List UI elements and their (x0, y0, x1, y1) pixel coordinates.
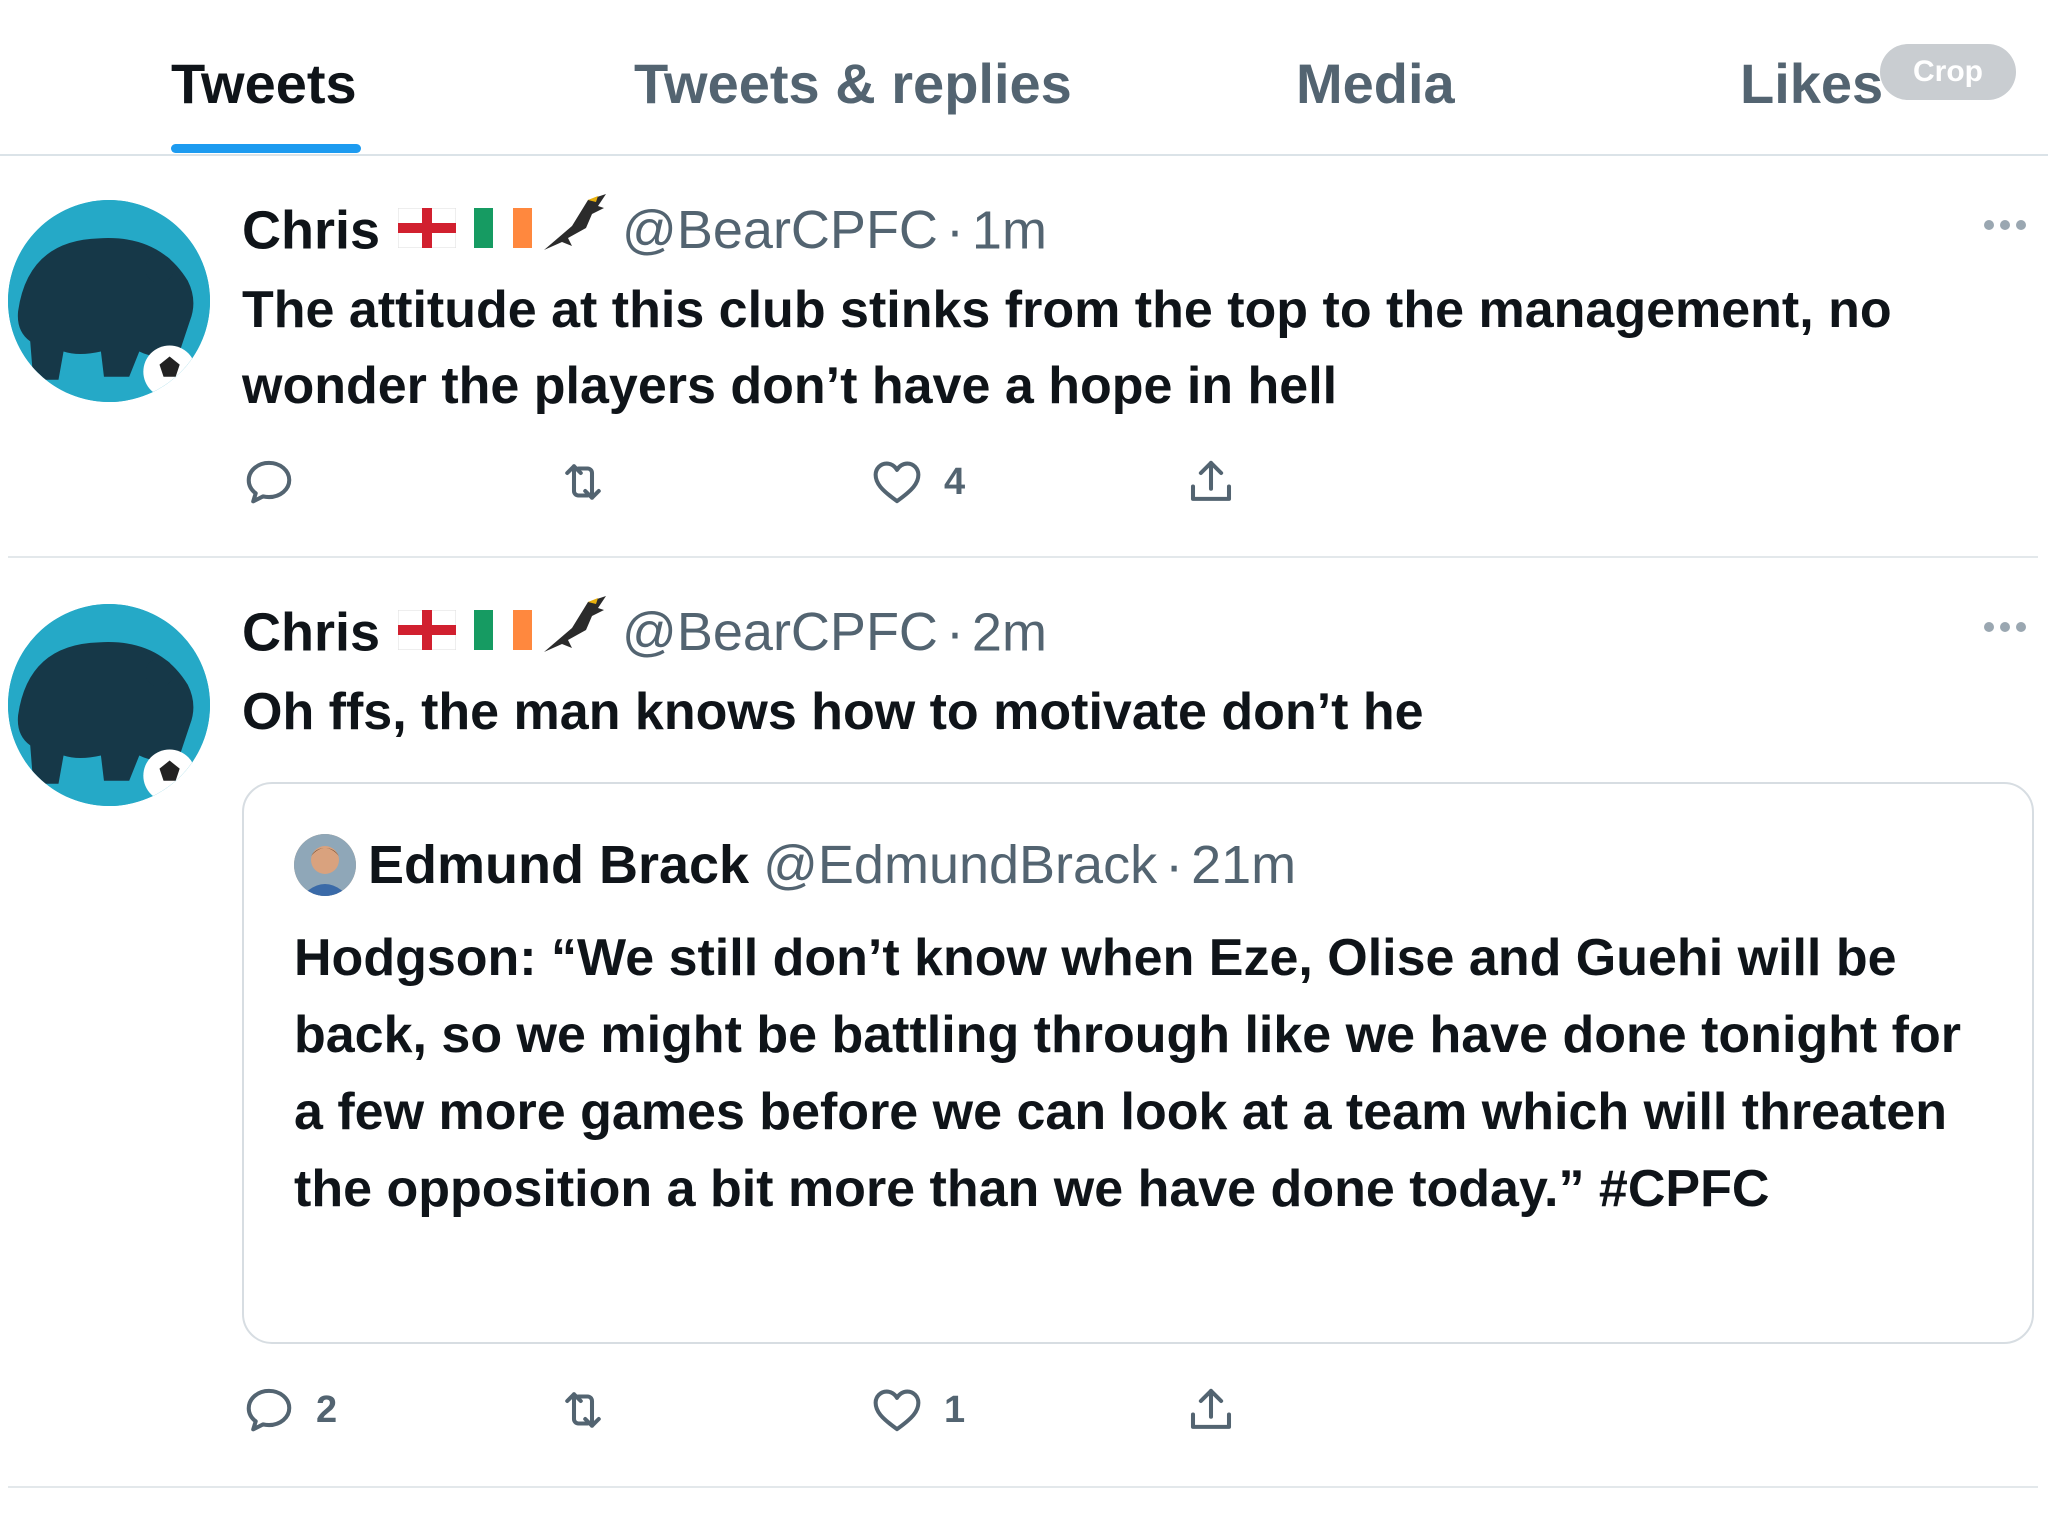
flag-england-icon (397, 600, 457, 664)
retweet-icon (565, 1392, 601, 1428)
bear-avatar-image (8, 604, 210, 806)
reply-icon (246, 460, 292, 504)
share-button[interactable] (1184, 452, 1238, 512)
display-name[interactable]: Chris (242, 200, 380, 260)
tab-tweets-and-replies[interactable]: Tweets & replies (634, 52, 1072, 116)
quoted-tweet-text: Hodgson: “We still don’t know when Eze, … (294, 929, 1961, 1218)
reply-button[interactable]: 2 (242, 1380, 337, 1440)
handle[interactable]: @BearCPFC (622, 602, 938, 662)
person-avatar-image (294, 834, 356, 896)
flag-ireland-icon (474, 600, 533, 664)
more-icon[interactable] (1984, 220, 2028, 232)
tweet-actions: 4 (242, 452, 1342, 512)
reply-count: 2 (316, 1388, 338, 1431)
tweet-divider (8, 556, 2038, 558)
avatar[interactable] (8, 200, 210, 402)
crop-button[interactable]: Crop (1880, 44, 2016, 100)
tweet-text: Oh ffs, the man knows how to motivate do… (242, 683, 1424, 741)
heart-icon (873, 461, 921, 504)
active-tab-indicator (171, 144, 361, 153)
tweet-divider (8, 1486, 2038, 1488)
tweet-header: Chris @BearCPFC · 2m (242, 596, 1047, 674)
like-count: 4 (944, 460, 966, 503)
bear-avatar-image (8, 200, 210, 402)
separator-dot: · (945, 602, 964, 663)
more-icon[interactable] (1984, 622, 2028, 634)
tweet-actions: 2 1 (242, 1380, 1342, 1440)
quoted-tweet-card[interactable]: Edmund Brack @EdmundBrack · 21m Hodgson: “W… (242, 782, 2034, 1344)
tab-media[interactable]: Media (1296, 52, 1455, 116)
tweet-header: Chris @BearCPFC · 1m (242, 194, 1047, 272)
eagle-icon (542, 594, 608, 670)
tweet-text: The attitude at this club stinks from th… (242, 281, 1892, 415)
separator-dot: · (945, 200, 964, 261)
heart-icon (873, 1389, 921, 1432)
avatar[interactable] (8, 604, 210, 806)
display-name[interactable]: Chris (242, 602, 380, 662)
separator-dot: · (1165, 835, 1184, 895)
quoted-handle[interactable]: @EdmundBrack (763, 835, 1157, 895)
handle[interactable]: @BearCPFC (622, 200, 938, 260)
quoted-avatar[interactable] (294, 834, 356, 896)
retweet-icon (565, 464, 601, 500)
retweet-button[interactable] (556, 1380, 630, 1440)
timestamp[interactable]: 1m (972, 200, 1047, 260)
tab-tweets[interactable]: Tweets (171, 52, 357, 116)
flag-ireland-icon (474, 198, 533, 262)
reply-button[interactable] (242, 452, 316, 512)
like-button[interactable]: 1 (870, 1380, 965, 1440)
share-icon (1190, 460, 1232, 501)
like-count: 1 (944, 1388, 966, 1431)
quoted-timestamp[interactable]: 21m (1191, 835, 1296, 895)
retweet-button[interactable] (556, 452, 630, 512)
quoted-display-name[interactable]: Edmund Brack (368, 835, 749, 895)
reply-icon (246, 1388, 292, 1432)
profile-tabs: Tweets Tweets & replies Media Likes Crop (0, 0, 2048, 156)
eagle-icon (542, 192, 608, 268)
share-button[interactable] (1184, 1380, 1238, 1440)
tab-likes[interactable]: Likes (1740, 52, 1883, 116)
share-icon (1190, 1388, 1232, 1429)
flag-england-icon (397, 198, 457, 262)
like-button[interactable]: 4 (870, 452, 965, 512)
quoted-tweet-header: Edmund Brack @EdmundBrack · 21m (368, 832, 1296, 898)
timestamp[interactable]: 2m (972, 602, 1047, 662)
